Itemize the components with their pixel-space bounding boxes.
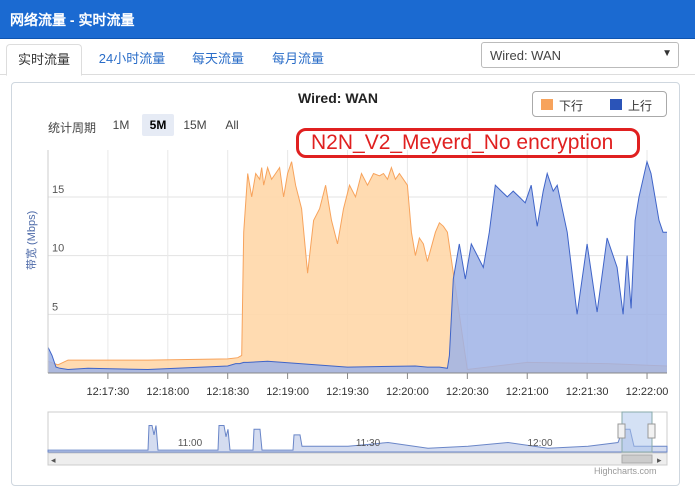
x-tick-label: 12:18:00 (146, 386, 189, 398)
scrollbar-track (47, 452, 668, 466)
navigator-time-label: 12:00 (527, 438, 552, 449)
x-tick-label: 12:19:00 (266, 386, 309, 398)
navigator-handle-right[interactable] (647, 423, 656, 439)
x-tick-label: 12:22:00 (626, 386, 669, 398)
y-tick-label: 15 (52, 184, 64, 196)
highcharts-credit[interactable]: Highcharts.com (594, 466, 657, 476)
x-tick-label: 12:19:30 (326, 386, 369, 398)
y-tick-label: 5 (52, 301, 58, 313)
x-tick-label: 12:21:30 (566, 386, 609, 398)
annotation-text: N2N_V2_Meyerd_No encryption (311, 131, 614, 154)
y-tick-label: 10 (52, 243, 64, 255)
x-tick-label: 12:20:00 (386, 386, 429, 398)
x-tick-label: 12:18:30 (206, 386, 249, 398)
navigator-time-label: 11:30 (356, 438, 381, 449)
annotation-box: N2N_V2_Meyerd_No encryption (296, 128, 640, 158)
traffic-chart: 5 10 15 12:17:30 12:18:00 12:18:30 12:19:00 12:… (47, 150, 669, 466)
x-tick-label: 12:21:00 (506, 386, 549, 398)
scrollbar-thumb[interactable] (621, 454, 653, 464)
scroll-right-arrow-icon[interactable]: ▸ (657, 456, 662, 466)
navigator-handle-left[interactable] (617, 423, 626, 439)
x-tick-label: 12:20:30 (446, 386, 489, 398)
navigator-time-label: 11:00 (178, 438, 203, 449)
x-tick-label: 12:17:30 (86, 386, 129, 398)
scroll-left-arrow-icon[interactable]: ◂ (51, 456, 56, 466)
